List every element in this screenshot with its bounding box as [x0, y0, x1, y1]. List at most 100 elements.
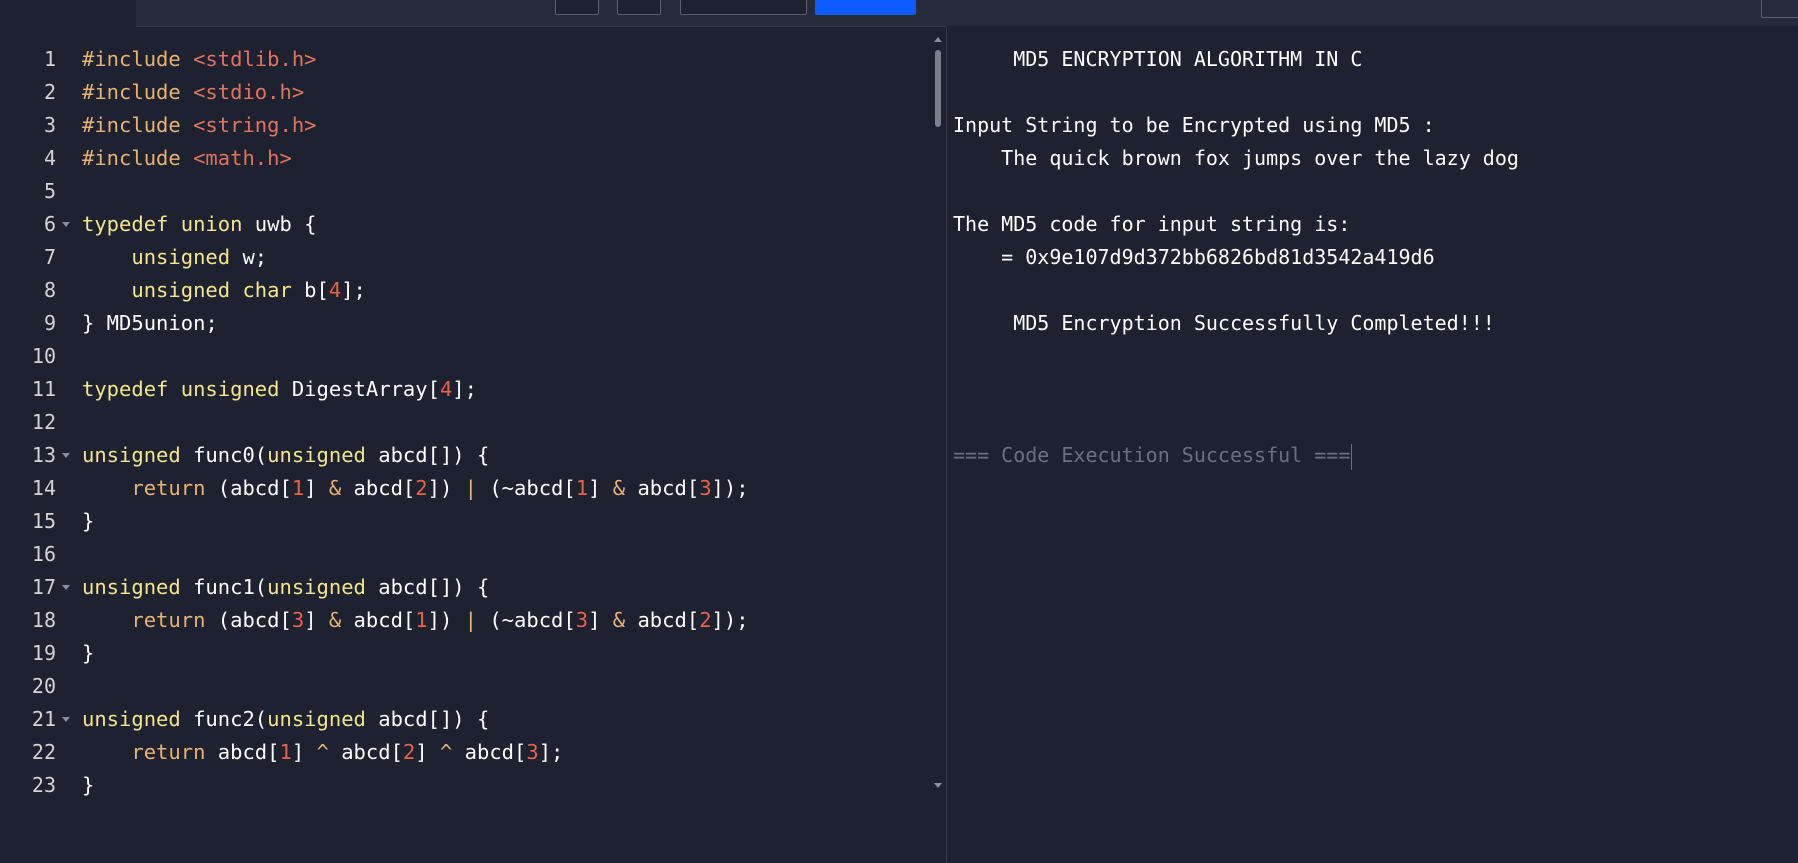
operator: &	[328, 476, 342, 500]
line-number-text: 21	[31, 707, 56, 731]
keyword: unsigned	[82, 443, 181, 467]
keyword-return: return	[131, 476, 206, 500]
keyword: char	[242, 278, 292, 302]
language-select[interactable]	[680, 0, 807, 15]
code-line: #include <stdlib.h>	[82, 43, 922, 76]
code-text: b[	[291, 278, 329, 302]
code-text: ]	[415, 740, 440, 764]
number-literal: 1	[291, 476, 305, 500]
operator: &	[612, 476, 626, 500]
fold-arrow-icon[interactable]	[62, 717, 70, 722]
line-number: 20	[31, 674, 56, 698]
pane-divider[interactable]	[946, 27, 947, 863]
operator: &	[328, 608, 342, 632]
code-line: }	[82, 641, 95, 665]
code-text: func1(	[180, 575, 268, 599]
code-line: }	[82, 509, 95, 533]
line-number: 19	[31, 641, 56, 665]
code-content[interactable]: #include <stdlib.h> #include <stdio.h> #…	[82, 43, 922, 802]
keyword: unsigned	[82, 707, 181, 731]
line-number: 18	[31, 608, 56, 632]
code-text: ]);	[711, 476, 749, 500]
number-literal: 3	[526, 740, 539, 764]
execution-status-line: === Code Execution Successful ===	[953, 439, 1793, 472]
code-line: return (abcd[3] & abcd[1]) | (~abcd[3] &…	[82, 604, 922, 637]
line-number: 22	[31, 740, 56, 764]
fold-arrow-icon[interactable]	[62, 453, 70, 458]
output-result-label: The MD5 code for input string is:	[953, 212, 1351, 236]
editor-scrollbar[interactable]	[930, 36, 942, 788]
scroll-up-arrow-icon[interactable]	[934, 37, 942, 42]
code-text: abcd[]) {	[365, 443, 490, 467]
output-blank-line	[953, 76, 1793, 109]
output-title: MD5 ENCRYPTION ALGORITHM IN C	[953, 47, 1363, 71]
code-text: ]	[304, 476, 329, 500]
preprocessor-directive: #include	[82, 80, 181, 104]
code-text: ]	[304, 608, 329, 632]
output-toolbar	[946, 0, 1798, 26]
keyword: unsigned	[267, 575, 366, 599]
toolbar-button-2[interactable]	[617, 0, 661, 15]
line-number-foldable: 21	[0, 703, 70, 736]
keyword-return: return	[131, 608, 206, 632]
preprocessor-directive: #include	[82, 113, 181, 137]
code-line: #include <stdio.h>	[82, 76, 922, 109]
scroll-down-arrow-icon[interactable]	[934, 783, 942, 788]
number-literal: 3	[575, 608, 589, 632]
number-literal: 4	[439, 377, 453, 401]
number-literal: 3	[291, 608, 305, 632]
line-number: 2	[43, 80, 56, 104]
operator: &	[612, 608, 626, 632]
text-cursor	[1351, 443, 1353, 470]
code-text: func0(	[180, 443, 268, 467]
line-number: 23	[31, 773, 56, 797]
code-text: ];	[452, 377, 477, 401]
clear-button[interactable]	[1761, 0, 1798, 18]
code-text: abcd[	[205, 740, 280, 764]
code-line: unsigned func0(unsigned abcd[]) {	[82, 439, 922, 472]
code-line: typedef unsigned DigestArray[4];	[82, 373, 922, 406]
code-text: ]	[291, 740, 317, 764]
code-text: ];	[538, 740, 564, 764]
keyword: unsigned	[131, 245, 231, 269]
code-line: unsigned char b[4];	[82, 274, 922, 307]
code-line: return abcd[1] ^ abcd[2] ^ abcd[3];	[82, 736, 922, 769]
output-success-message: MD5 Encryption Successfully Completed!!!	[953, 311, 1495, 335]
code-text: abcd[	[625, 608, 700, 632]
keyword: typedef	[82, 212, 169, 236]
output-blank-line	[953, 340, 1793, 373]
code-text: abcd[	[625, 476, 700, 500]
fold-arrow-icon[interactable]	[62, 222, 70, 227]
code-text: w;	[230, 245, 268, 269]
operator: |	[464, 476, 477, 500]
code-text: ]);	[711, 608, 749, 632]
line-number: 14	[31, 476, 56, 500]
output-console: MD5 ENCRYPTION ALGORITHM IN C Input Stri…	[953, 43, 1793, 472]
keyword: unsigned	[131, 278, 231, 302]
run-button[interactable]	[815, 0, 916, 15]
keyword: unsigned	[180, 377, 280, 401]
code-text: (abcd[	[205, 476, 292, 500]
keyword: unsigned	[82, 575, 181, 599]
toolbar-button-1[interactable]	[555, 0, 599, 15]
code-text: abcd[	[452, 740, 527, 764]
code-editor[interactable]: 1 2 3 4 5 6 7 8 9 10 11 12 13 14 15 16 1…	[0, 27, 946, 863]
number-literal: 4	[328, 278, 342, 302]
line-number-foldable: 6	[0, 208, 70, 241]
code-text: abcd[]) {	[365, 575, 490, 599]
code-text: abcd[]) {	[365, 707, 490, 731]
fold-arrow-icon[interactable]	[62, 585, 70, 590]
code-text: abcd[	[328, 740, 403, 764]
code-text: abcd[	[341, 608, 416, 632]
line-number: 16	[31, 542, 56, 566]
line-number-text: 13	[31, 443, 56, 467]
include-header: <string.h>	[193, 113, 317, 137]
number-literal: 2	[402, 740, 416, 764]
scrollbar-thumb[interactable]	[935, 50, 941, 127]
operator: |	[464, 608, 477, 632]
line-number: 11	[31, 377, 56, 401]
number-literal: 3	[699, 476, 712, 500]
